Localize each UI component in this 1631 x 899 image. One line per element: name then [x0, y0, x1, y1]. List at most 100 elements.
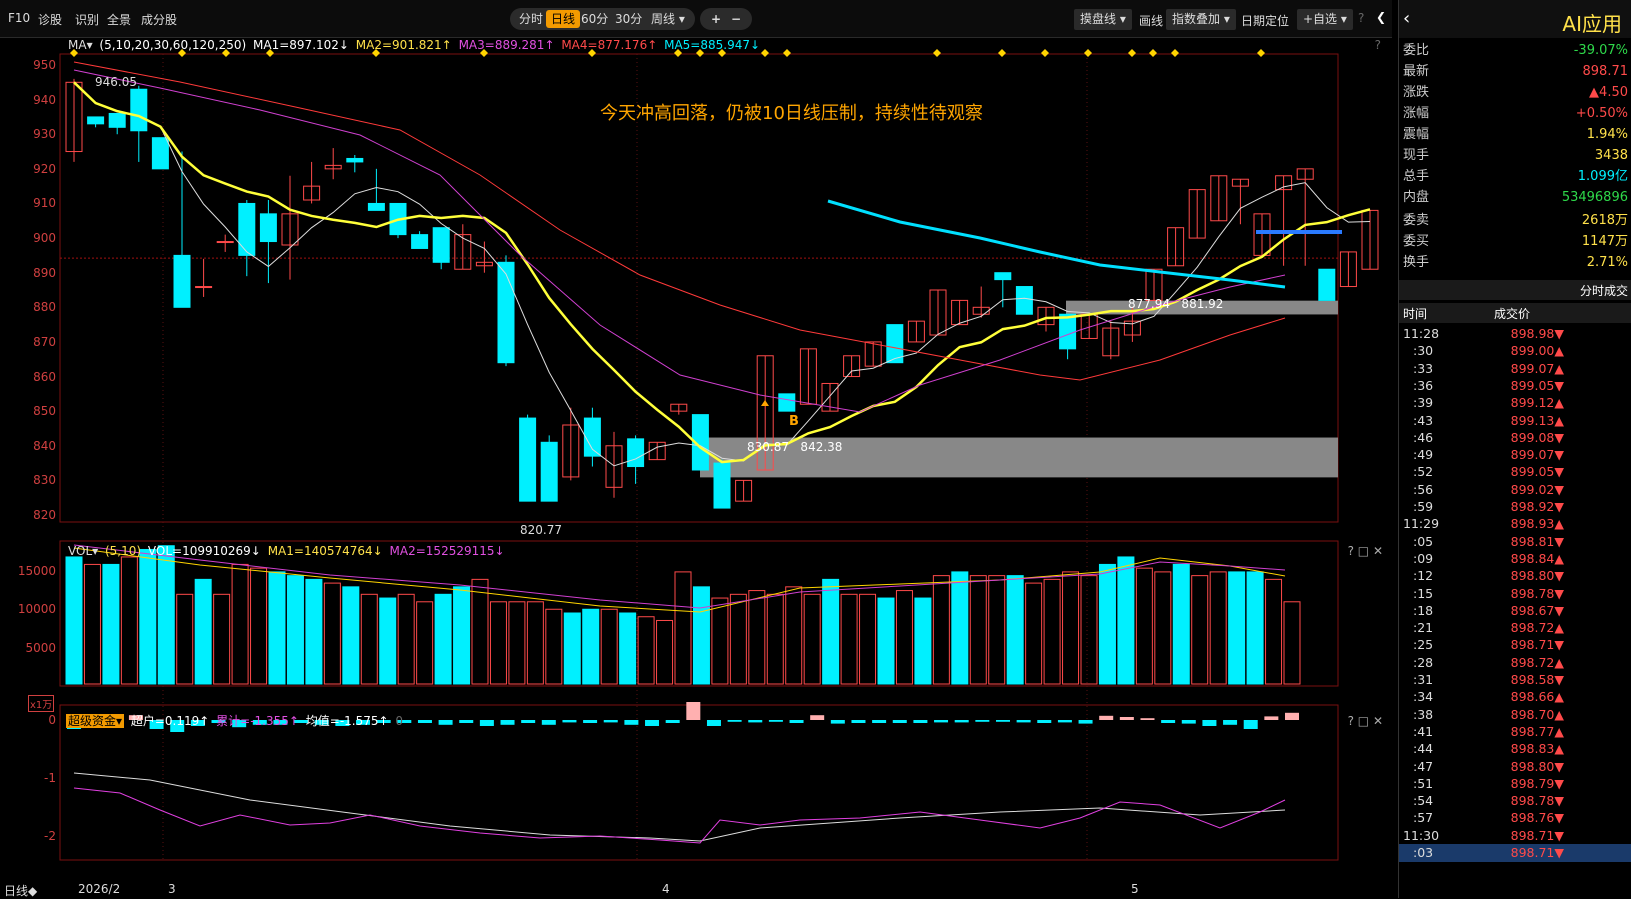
fund-window-controls[interactable]: ? □ ✕	[1348, 712, 1383, 730]
x-axis-label-apr: 4	[662, 882, 670, 896]
candle-body	[1145, 268, 1163, 301]
tab-30min[interactable]: 30分	[610, 10, 647, 28]
vol-y-tick: 10000	[17, 602, 56, 616]
candle-body	[843, 355, 861, 378]
index-overlay-button[interactable]: 指数叠加 ▾	[1166, 9, 1236, 30]
trade-time: :52	[1413, 464, 1434, 480]
help-icon[interactable]: ?	[1358, 11, 1364, 25]
volume-bar	[1209, 571, 1227, 685]
trade-price: 898.78▼	[1510, 793, 1564, 809]
ma-indicator-selector[interactable]: MA▾	[68, 38, 93, 52]
components-button[interactable]: 成分股	[141, 11, 177, 28]
trade-row[interactable]: :54 898.78▼	[1399, 792, 1631, 810]
quote-key: 换手	[1403, 255, 1430, 270]
trade-row[interactable]: 11:30 898.71▼	[1399, 827, 1631, 845]
date-locate-button[interactable]: 日期定位	[1241, 12, 1289, 29]
trade-row[interactable]: :30 899.00▲	[1399, 342, 1631, 360]
trade-row[interactable]: :52 899.05▼	[1399, 463, 1631, 481]
tab-intraday[interactable]: 分时	[514, 10, 548, 28]
fund-flow-header: 超级资金▾ 超户=0.119↑ 累计=-1.355↑ 均值=-1.575↑ 0 …	[0, 712, 1392, 730]
volume-bar	[526, 601, 544, 685]
zoom-out-button[interactable]: −	[726, 10, 746, 28]
tab-60min[interactable]: 60分	[576, 10, 613, 28]
quote-key: 委卖	[1403, 213, 1430, 228]
diagnose-button[interactable]: 诊股	[38, 11, 62, 28]
trade-row[interactable]: :38 898.70▲	[1399, 706, 1631, 724]
trade-row[interactable]: 11:28 898.98▼	[1399, 325, 1631, 343]
main-y-tick: 910	[33, 196, 56, 211]
candle-body	[454, 234, 472, 270]
trade-row[interactable]: :39 899.12▲	[1399, 394, 1631, 412]
quote-value: 1.94%	[1586, 127, 1628, 142]
trade-row[interactable]: :25 898.71▼	[1399, 636, 1631, 654]
volume-bar	[471, 578, 489, 685]
trade-row[interactable]: :05 898.81▼	[1399, 533, 1631, 551]
trade-time: :47	[1413, 758, 1434, 774]
trade-row[interactable]: :46 899.08▼	[1399, 429, 1631, 447]
trade-row[interactable]: :47 898.80▼	[1399, 758, 1631, 776]
volume-bar	[305, 578, 323, 685]
candle-body	[130, 88, 148, 132]
trade-time: 11:30	[1403, 827, 1440, 843]
panorama-button[interactable]: 全景	[107, 11, 131, 28]
trade-row[interactable]: :44 898.83▲	[1399, 740, 1631, 758]
volume-bar	[619, 612, 637, 685]
trade-row[interactable]: :09 898.84▲	[1399, 550, 1631, 568]
fund-indicator-selector[interactable]: 超级资金▾	[66, 714, 125, 728]
trade-row[interactable]: :15 898.78▼	[1399, 585, 1631, 603]
pattern-line-button[interactable]: 摸盘线 ▾	[1074, 9, 1132, 30]
f10-button[interactable]: F10	[8, 11, 30, 25]
trade-row[interactable]: :28 898.72▲	[1399, 654, 1631, 672]
trade-row[interactable]: :33 899.07▲	[1399, 360, 1631, 378]
volume-bar	[102, 563, 120, 685]
top-toolbar: F10 诊股 识别 全景 成分股 分时 日线 60分 30分 周线 ▾ + − …	[0, 0, 1392, 38]
trade-row[interactable]: :57 898.76▼	[1399, 809, 1631, 827]
back-icon[interactable]: ‹	[1403, 8, 1410, 29]
zoom-in-button[interactable]: +	[706, 10, 726, 28]
main-y-tick: 860	[33, 369, 56, 384]
candle-body	[475, 261, 493, 267]
trade-row[interactable]: :49 899.07▼	[1399, 446, 1631, 464]
quote-key: 内盘	[1403, 190, 1430, 205]
trade-row[interactable]: :36 899.05▼	[1399, 377, 1631, 395]
trade-row[interactable]: :12 898.80▼	[1399, 567, 1631, 585]
x-axis-mode[interactable]: 日线◆	[4, 882, 37, 899]
tab-weekly[interactable]: 周线 ▾	[646, 10, 690, 28]
trade-row[interactable]: :41 898.77▲	[1399, 723, 1631, 741]
trade-row[interactable]: :56 899.02▼	[1399, 481, 1631, 499]
trade-row[interactable]: :59 898.92▼	[1399, 498, 1631, 516]
candle-body	[346, 157, 364, 163]
vol-window-controls[interactable]: ? □ ✕	[1348, 542, 1383, 560]
quote-key: 现手	[1403, 148, 1430, 163]
trade-row[interactable]: :43 899.13▲	[1399, 412, 1631, 430]
trade-time: :03	[1413, 845, 1434, 860]
fund-cumulative-line	[73, 787, 1286, 844]
collapse-icon[interactable]: ❮	[1376, 10, 1386, 24]
trade-row[interactable]: :51 898.79▼	[1399, 775, 1631, 793]
candle-body	[929, 289, 947, 336]
quote-value: +0.50%	[1575, 106, 1628, 121]
main-y-tick: 950	[33, 58, 56, 72]
vol-indicator-selector[interactable]: VOL▾	[68, 544, 98, 558]
trade-row[interactable]: :34 898.66▲	[1399, 688, 1631, 706]
main-chart-header: MA▾ (5,10,20,30,60,120,250) MA1=897.102↓…	[0, 36, 1392, 54]
volume-bar	[1228, 571, 1246, 685]
trade-row[interactable]: :31 898.58▼	[1399, 671, 1631, 689]
volume-bar	[1098, 563, 1116, 685]
vol-params: (5,10)	[104, 544, 142, 558]
price-chart[interactable]	[0, 0, 1392, 898]
quote-row: 涨幅 +0.50%	[1399, 103, 1631, 125]
trade-row[interactable]: :03 898.71▼	[1399, 844, 1631, 862]
main-help-icon[interactable]: ?	[1375, 36, 1381, 54]
add-watchlist-button[interactable]: +自选 ▾	[1297, 9, 1353, 30]
quote-row: 委买 1147万	[1399, 231, 1631, 253]
identify-button[interactable]: 识别	[75, 11, 99, 28]
trade-price: 898.71▼	[1510, 637, 1564, 653]
trade-row[interactable]: :21 898.72▲	[1399, 619, 1631, 637]
volume-bar	[1080, 575, 1098, 685]
trade-row[interactable]: :18 898.67▼	[1399, 602, 1631, 620]
trade-time: :54	[1413, 793, 1434, 809]
tab-daily[interactable]: 日线	[546, 10, 581, 28]
draw-line-button[interactable]: 画线	[1139, 12, 1163, 29]
trade-row[interactable]: 11:29 898.93▲	[1399, 515, 1631, 533]
